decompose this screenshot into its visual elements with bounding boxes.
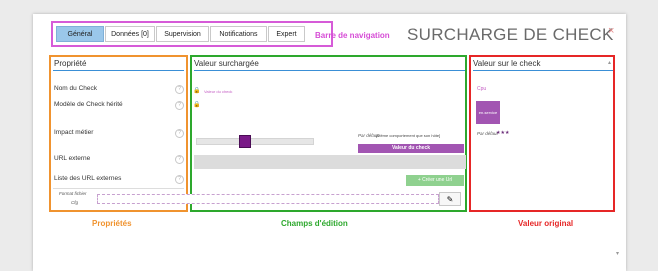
dialog-title: SURCHARGE DE CHECK [407,25,614,44]
help-icon[interactable]: ? [175,175,184,184]
edit-header-divider [194,70,465,71]
status-badge: en-service [476,101,500,124]
navigation-bar: Général Données [0] Supervision Notifica… [51,21,333,47]
business-impact-slider-handle[interactable] [239,135,251,148]
original-default-label: Par défaut [477,131,498,136]
lock-icon[interactable]: 🔒 [193,87,200,94]
edit-fields-annotation: Champs d'édition [281,219,348,228]
properties-annotation: Propriétés [92,219,132,228]
check-value-hint: Valeur du check [204,89,233,94]
lock-icon[interactable]: 🔒 [193,101,200,108]
navigation-bar-annotation: Barre de navigation [315,31,390,40]
edit-pencil-icon[interactable]: ✎ [439,192,461,206]
original-header-divider [473,70,613,71]
help-icon[interactable]: ? [175,129,184,138]
scroll-up-icon[interactable]: ▴ [608,59,611,66]
tab-supervision[interactable]: Supervision [156,26,209,42]
edit-column-header: Valeur surchargée [194,59,259,68]
external-urls-list-label: Liste des URL externes [54,175,122,182]
external-url-field[interactable] [194,155,466,169]
properties-header-divider [53,70,184,71]
business-impact-slider-track[interactable] [196,138,314,145]
check-value-button[interactable]: Valeur du check [358,144,464,153]
help-icon[interactable]: ? [175,155,184,164]
original-value-column: Valeur sur le check ▴ Cpu en-service Par… [469,55,615,212]
inherited-model-label: Modèle de Check hérité [54,101,123,108]
format-file-label: Format fichier [59,191,87,196]
tab-general[interactable]: Général [56,26,104,42]
edit-fields-column: Valeur surchargée 🔒 Valeur du check 🔒 Pa… [190,55,467,212]
external-url-label: URL externe [54,155,91,162]
help-icon[interactable]: ? [175,85,184,94]
properties-column-header: Propriété [54,59,87,68]
create-url-button[interactable]: + Créer une Url [406,175,464,186]
help-icon[interactable]: ? [175,101,184,110]
close-icon[interactable]: × [608,25,614,37]
divider [53,188,184,189]
check-name-label: Nom du Check [54,85,97,92]
impact-stars: ★★★ [496,130,510,136]
original-column-header: Valeur sur le check [473,59,541,68]
properties-column: Propriété Nom du Check ? Modèle de Check… [49,55,188,212]
business-impact-label: Impact métier [54,129,94,136]
tab-notifications[interactable]: Notifications [210,26,267,42]
format-cfg-input[interactable] [97,194,439,204]
tab-expert[interactable]: Expert [268,26,305,42]
check-override-dialog: Général Données [0] Supervision Notifica… [33,14,626,271]
original-value-annotation: Valeur original [518,219,574,228]
cfg-label: Cfg [71,200,79,205]
default-value: [Même comportement que son hôte] [376,133,441,138]
original-check-value: Cpu [477,86,487,92]
scroll-down-icon[interactable]: ▾ [616,250,619,257]
tab-data[interactable]: Données [0] [105,26,155,42]
